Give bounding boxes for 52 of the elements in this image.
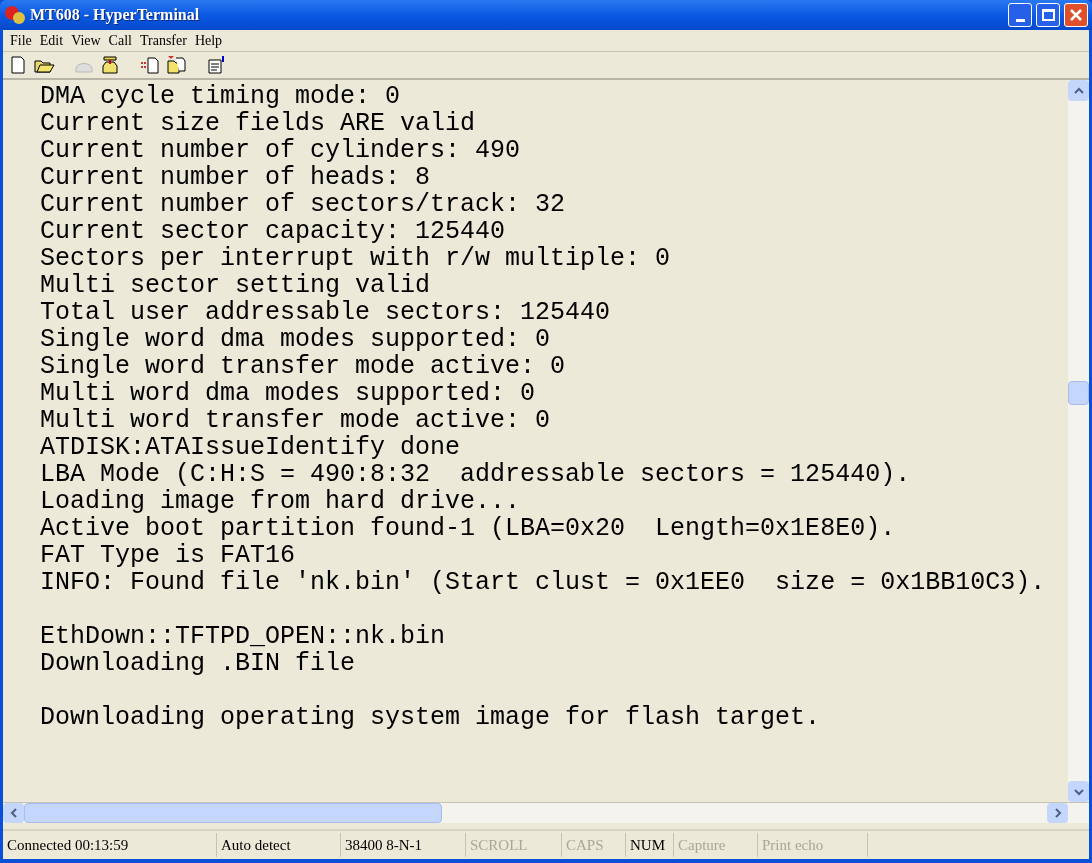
scrollbar-thumb[interactable] [1068,381,1089,405]
status-pane: 38400 8-N-1 [341,833,466,857]
terminal-line: Current number of cylinders: 490 [40,137,521,164]
terminal-line: Active boot partition found-1 (LBA=0x20 Length=0x1E8E0). [40,515,896,542]
menu-item[interactable]: Transfer [136,30,190,51]
terminal-line: INFO: Found file 'nk.bin' (Start clust = 0x1EE0 size = 0x1BB10C3). [40,569,1046,596]
scroll-up-button[interactable] [1068,80,1089,101]
terminal-line: Multi word transfer mode active: 0 [40,407,551,434]
menu-item[interactable]: File [7,30,35,51]
menu-item[interactable]: View [68,30,104,51]
terminal-line: DMA cycle timing mode: 0 [40,83,401,110]
terminal-line: Current sector capacity: 125440 [40,218,506,245]
close-icon [1069,8,1083,22]
maximize-button[interactable] [1036,3,1060,27]
terminal-line: Multi word dma modes supported: 0 [40,380,536,407]
horizontal-scrollbar[interactable] [3,802,1089,823]
terminal-line: Current number of sectors/track: 32 [40,191,566,218]
terminal-line: Single word dma modes supported: 0 [40,326,551,353]
terminal-line: Total user addressable sectors: 125440 [40,299,611,326]
terminal-line: Multi sector setting valid [40,272,431,299]
terminal-line: Downloading .BIN file [40,650,356,677]
terminal-line: Sectors per interrupt with r/w multiple: 0 [40,245,671,272]
send-file-icon[interactable] [139,54,161,76]
terminal-line: Single word transfer mode active: 0 [40,353,566,380]
terminal-line: Loading image from hard drive... [40,488,521,515]
status-pane: Auto detect [217,833,341,857]
menu-item[interactable]: Call [105,30,135,51]
scrollbar-thumb[interactable] [24,803,442,823]
status-pane: NUM [626,833,674,857]
terminal-line: Current number of heads: 8 [40,164,431,191]
status-pane: Print echo [758,833,868,857]
properties-icon[interactable] [205,54,227,76]
scroll-left-button[interactable] [3,803,24,823]
scroll-down-button[interactable] [1068,781,1089,802]
terminal-line: Current size fields ARE valid [40,110,476,137]
menu-item[interactable]: Help [191,30,226,51]
status-pane: CAPS [562,833,626,857]
scroll-right-button[interactable] [1047,803,1068,823]
status-pane: Capture [674,833,758,857]
terminal-line: EthDown::TFTPD_OPEN::nk.bin [40,623,446,650]
window-title: MT608 - HyperTerminal [30,5,201,26]
terminal-line: FAT Type is FAT16 [40,542,296,569]
terminal-line: LBA Mode (C:H:S = 490:8:32 addressable sectors = 125440). [40,461,911,488]
status-pane: Connected 00:13:59 [3,833,217,857]
minimize-button[interactable] [1008,3,1032,27]
status-pane: SCROLL [466,833,562,857]
menu-item[interactable]: Edit [36,30,67,51]
terminal-line: Downloading operating system image for flash target. [40,704,821,731]
receive-file-icon[interactable] [165,54,187,76]
terminal-line: ATDISK:ATAIssueIdentify done [40,434,461,461]
vertical-scrollbar[interactable] [1068,80,1089,802]
close-button[interactable] [1064,3,1088,27]
